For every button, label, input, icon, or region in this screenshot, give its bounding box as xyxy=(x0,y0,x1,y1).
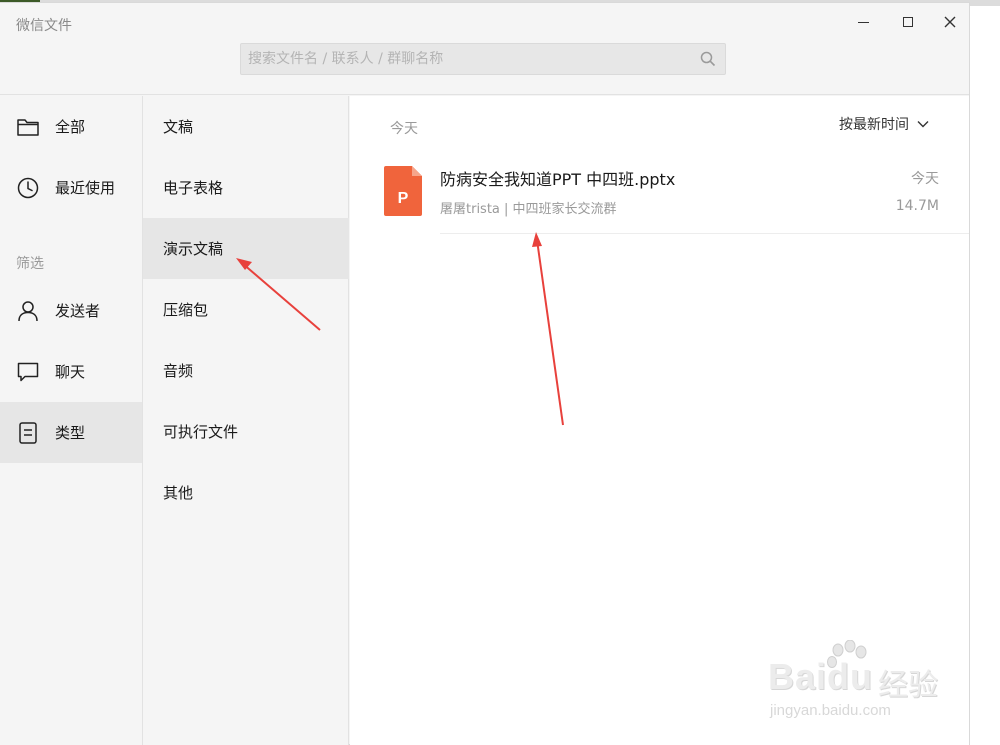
folder-icon xyxy=(16,115,40,139)
sidebar-item-chat[interactable]: 聊天 xyxy=(0,341,142,402)
file-type-list: 文稿 电子表格 演示文稿 压缩包 音频 可执行文件 其他 xyxy=(142,96,349,745)
type-item-audio[interactable]: 音频 xyxy=(143,340,349,401)
file-source: 屠屠trista | 中四班家长交流群 xyxy=(440,202,617,217)
type-item-other[interactable]: 其他 xyxy=(143,462,349,523)
sidebar-item-sender[interactable]: 发送者 xyxy=(0,280,142,341)
type-item-archives[interactable]: 压缩包 xyxy=(143,279,349,340)
search-box xyxy=(240,43,726,75)
sidebar: 全部 最近使用 筛选 发送者 聊天 类型 xyxy=(0,96,142,745)
row-divider xyxy=(440,233,969,234)
file-name: 防病安全我知道PPT 中四班.pptx xyxy=(440,170,676,189)
sidebar-item-label: 类型 xyxy=(55,424,86,442)
wechat-files-window: 微信文件 搜索文件名 / 联系人 / 群聊名称 全部 最近使用 筛选 发送者 聊… xyxy=(0,2,970,745)
person-icon xyxy=(16,299,40,323)
chat-bubble-icon xyxy=(16,360,40,384)
file-size: 14.7M xyxy=(895,198,939,214)
watermark-brand-cn: 经验 xyxy=(878,668,938,703)
sidebar-item-type[interactable]: 类型 xyxy=(0,402,142,463)
sidebar-item-label: 全部 xyxy=(55,118,86,136)
minimize-icon xyxy=(857,21,869,23)
sidebar-item-label: 聊天 xyxy=(55,363,86,381)
type-item-spreadsheets[interactable]: 电子表格 xyxy=(143,157,349,218)
sidebar-item-label: 最近使用 xyxy=(55,179,116,197)
watermark-brand: Baidu xyxy=(768,656,874,697)
close-button[interactable] xyxy=(937,11,963,33)
file-date: 今天 xyxy=(911,171,939,187)
baidu-watermark: Baidu 经验 jingyan.baidu.com xyxy=(768,640,958,730)
date-group-label: 今天 xyxy=(390,121,418,137)
sidebar-item-all[interactable]: 全部 xyxy=(0,96,142,157)
type-item-documents[interactable]: 文稿 xyxy=(143,96,349,157)
filter-section-label: 筛选 xyxy=(16,256,44,272)
clock-icon xyxy=(16,176,40,200)
document-icon xyxy=(16,421,40,445)
sidebar-item-recent[interactable]: 最近使用 xyxy=(0,157,142,218)
sort-dropdown[interactable]: 按最新时间 xyxy=(839,114,929,134)
search-icon[interactable] xyxy=(691,44,725,74)
close-icon xyxy=(944,16,956,28)
window-title: 微信文件 xyxy=(16,18,72,34)
ppt-icon-letter: P xyxy=(398,190,409,207)
maximize-button[interactable] xyxy=(895,11,921,33)
minimize-button[interactable] xyxy=(850,11,876,33)
file-row[interactable]: P 防病安全我知道PPT 中四班.pptx 屠屠trista | 中四班家长交流… xyxy=(380,156,969,234)
type-item-presentations[interactable]: 演示文稿 xyxy=(143,218,349,279)
title-bar: 微信文件 xyxy=(0,3,969,95)
maximize-icon xyxy=(903,17,913,27)
sidebar-item-label: 发送者 xyxy=(55,302,101,320)
sort-label: 按最新时间 xyxy=(839,117,909,133)
watermark-url: jingyan.baidu.com xyxy=(770,702,891,719)
search-input[interactable] xyxy=(241,44,691,74)
type-item-executables[interactable]: 可执行文件 xyxy=(143,401,349,462)
chevron-down-icon xyxy=(917,121,929,128)
ppt-file-icon: P xyxy=(384,166,422,216)
